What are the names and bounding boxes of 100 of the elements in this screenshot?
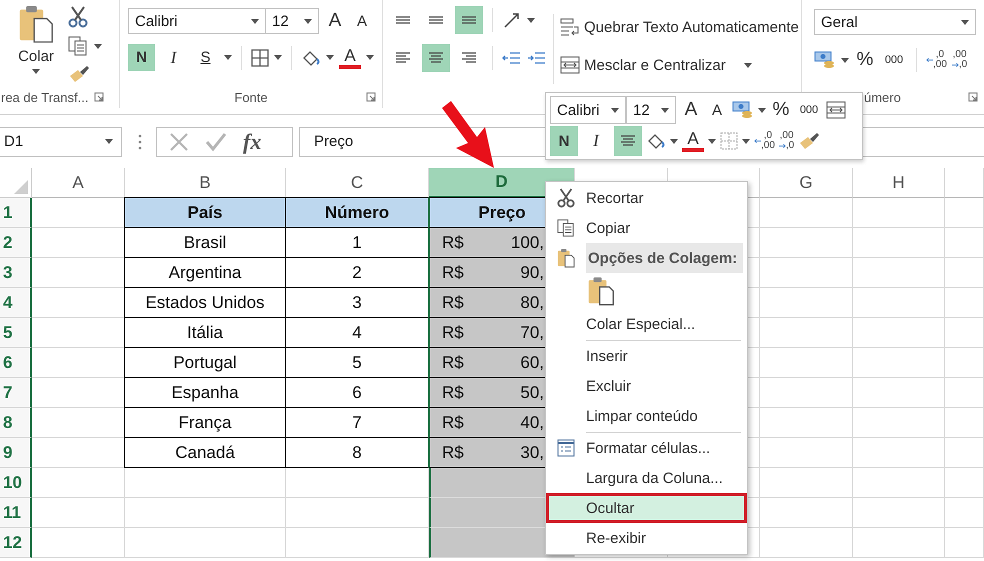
increase-decimal-button[interactable]: ,0 ,00 <box>926 47 947 73</box>
font-size-dropdown[interactable]: 12 <box>265 8 319 34</box>
thousands-button[interactable]: 000 <box>881 47 907 73</box>
decrease-decimal-button[interactable]: ,00 ,0 <box>778 128 794 154</box>
percent-button[interactable]: % <box>854 47 876 73</box>
menu-item[interactable]: Largura da Coluna... <box>546 463 747 493</box>
wrap-text-button[interactable]: Quebrar Texto Automaticamente <box>560 14 799 40</box>
font-size-dropdown[interactable]: 12 <box>626 96 676 124</box>
name-box[interactable]: D1 <box>0 126 122 156</box>
font-style-button[interactable]: N <box>550 126 578 156</box>
table-header-cell: País <box>124 197 286 228</box>
number-format-dropdown[interactable]: Geral <box>814 9 976 35</box>
row-header[interactable]: 4 <box>0 288 32 318</box>
table-cell <box>945 228 984 258</box>
menu-item[interactable]: Excluir <box>546 371 747 401</box>
group-label: rea de Transf... <box>1 90 88 104</box>
center-align-button[interactable] <box>614 126 642 156</box>
cut-icon[interactable] <box>68 6 88 28</box>
row-header[interactable]: 5 <box>0 318 32 348</box>
row-header[interactable]: 8 <box>0 408 32 438</box>
text-orientation-icon[interactable] <box>502 11 522 29</box>
currency-symbol: R$ <box>442 262 464 282</box>
column-header[interactable]: H <box>853 168 945 198</box>
caret-icon[interactable] <box>94 44 102 48</box>
dialog-launcher-icon[interactable] <box>366 92 376 102</box>
font-color-button[interactable]: A <box>339 46 361 68</box>
row-header[interactable]: 1 <box>0 198 32 228</box>
row-header[interactable]: 12 <box>0 528 32 558</box>
paste-button[interactable]: Colar <box>14 4 58 86</box>
row-header[interactable]: 7 <box>0 378 32 408</box>
caret-icon <box>251 18 259 24</box>
font-style-button[interactable]: I <box>160 44 187 71</box>
font-color-button[interactable]: A <box>682 130 704 152</box>
table-cell <box>945 288 984 318</box>
merge-center-button[interactable]: Mesclar e Centralizar <box>560 52 799 78</box>
caret-icon <box>744 62 752 68</box>
font-name-dropdown[interactable]: Calibri <box>550 96 626 124</box>
font-style-button[interactable]: I <box>582 126 610 156</box>
horizontal-align-button[interactable] <box>422 44 450 72</box>
merge-cells-icon[interactable] <box>826 101 846 119</box>
menu-item[interactable]: Ocultar <box>546 493 747 523</box>
borders-icon[interactable] <box>251 48 269 66</box>
row-header[interactable]: 10 <box>0 468 32 498</box>
decrease-font-button[interactable]: A <box>351 8 373 34</box>
currency-icon[interactable] <box>814 51 836 69</box>
decrease-indent-icon[interactable] <box>502 50 522 66</box>
caret-icon[interactable] <box>758 108 766 112</box>
row-header[interactable]: 2 <box>0 228 32 258</box>
row-header[interactable]: 3 <box>0 258 32 288</box>
caret-icon[interactable] <box>366 55 374 60</box>
vertical-align-button[interactable] <box>455 6 483 34</box>
increase-decimal-button[interactable]: ,0 ,00 <box>754 128 775 154</box>
format-painter-icon[interactable] <box>68 64 90 84</box>
more-options-icon[interactable] <box>138 134 142 150</box>
thousands-button[interactable]: 000 <box>796 97 822 123</box>
price-value: 70, <box>520 322 544 342</box>
table-cell <box>945 498 984 528</box>
decrease-decimal-button[interactable]: ,00 ,0 <box>952 47 968 73</box>
clipboard-icon <box>557 248 575 268</box>
font-style-button[interactable]: S <box>192 44 219 71</box>
percent-button[interactable]: % <box>770 97 792 123</box>
column-header[interactable]: G <box>760 168 853 198</box>
table-cell <box>945 408 984 438</box>
caret-icon[interactable] <box>326 55 334 60</box>
checkmark-icon[interactable] <box>205 132 227 152</box>
increase-font-button[interactable]: A <box>680 97 702 123</box>
insert-function-button[interactable]: fx <box>243 128 262 154</box>
increase-font-button[interactable]: A <box>324 8 346 34</box>
increase-indent-icon[interactable] <box>527 50 547 66</box>
decrease-font-button[interactable]: A <box>706 97 728 123</box>
caret-icon[interactable] <box>527 18 535 22</box>
merge-cells-icon <box>560 56 580 74</box>
caret-icon[interactable] <box>274 55 282 60</box>
copy-icon[interactable] <box>68 36 88 56</box>
format-painter-icon[interactable] <box>798 131 820 151</box>
caret-icon[interactable] <box>224 55 232 60</box>
caret-icon[interactable] <box>708 138 716 144</box>
column-header[interactable]: A <box>32 168 125 198</box>
menu-item[interactable]: Inserir <box>546 341 747 371</box>
caret-icon[interactable] <box>742 138 750 144</box>
menu-item[interactable]: Re-exibir <box>546 523 747 553</box>
dialog-launcher-icon[interactable] <box>94 92 104 102</box>
font-name-dropdown[interactable]: Calibri <box>128 8 266 34</box>
menu-item[interactable]: Formatar células... <box>546 433 747 463</box>
price-value: 90, <box>520 262 544 282</box>
table-header-cell: Número <box>285 197 429 228</box>
row-header[interactable]: 6 <box>0 348 32 378</box>
fill-bucket-icon[interactable] <box>646 132 666 150</box>
wrap-text-icon <box>560 18 580 36</box>
fill-bucket-icon[interactable] <box>301 48 321 66</box>
currency-symbol: R$ <box>442 382 464 402</box>
font-style-button[interactable]: N <box>128 44 155 71</box>
row-header[interactable]: 11 <box>0 498 32 528</box>
caret-icon[interactable] <box>670 138 678 144</box>
caret-icon[interactable] <box>841 58 849 62</box>
dialog-launcher-icon[interactable] <box>968 92 978 102</box>
table-cell <box>945 198 984 228</box>
currency-icon[interactable] <box>732 101 754 119</box>
row-header[interactable]: 9 <box>0 438 32 468</box>
group-label: úmero <box>863 90 901 104</box>
